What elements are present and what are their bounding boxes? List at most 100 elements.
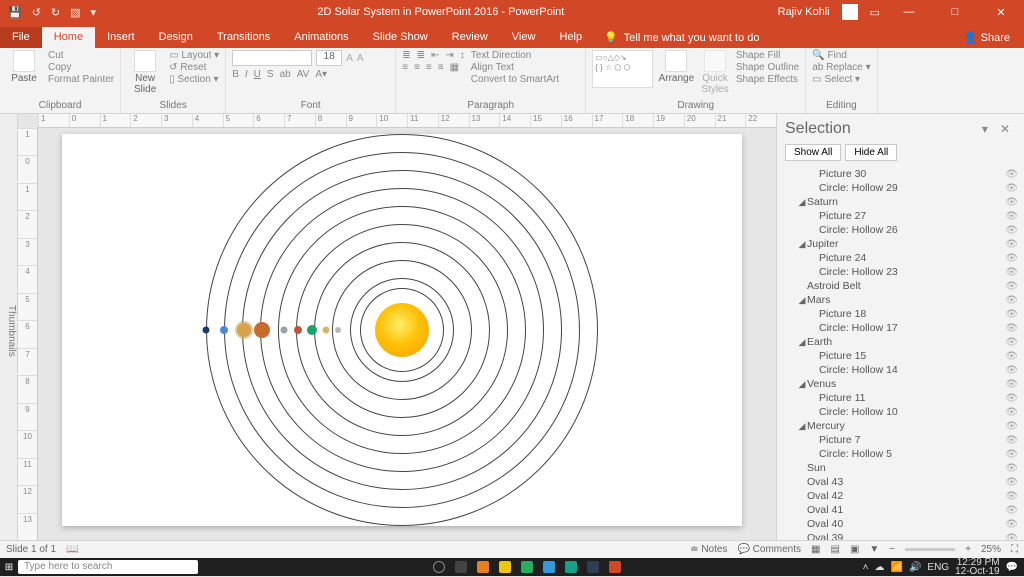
pane-close-icon[interactable]: ✕ <box>994 122 1016 136</box>
visibility-icon[interactable]: 👁 <box>1005 239 1018 250</box>
shape-outline-button[interactable]: Shape Outline <box>736 62 799 73</box>
tab-transitions[interactable]: Transitions <box>205 27 282 48</box>
ribbon-options-icon[interactable]: ▭ <box>870 6 880 19</box>
planet[interactable] <box>254 322 270 338</box>
app-icon[interactable] <box>543 561 555 573</box>
app-icon[interactable] <box>499 561 511 573</box>
find-button[interactable]: 🔍 Find <box>812 50 847 61</box>
notes-button[interactable]: ≐ Notes <box>690 544 727 555</box>
slide-counter[interactable]: Slide 1 of 1 <box>6 544 56 555</box>
selection-item[interactable]: Circle: Hollow 26👁 <box>783 223 1018 237</box>
font-color-button[interactable]: A▾ <box>315 69 327 80</box>
selection-item[interactable]: Circle: Hollow 29👁 <box>783 181 1018 195</box>
planet[interactable] <box>307 325 317 335</box>
share-button[interactable]: 👤 Share <box>950 27 1024 48</box>
selection-item[interactable]: ◢Jupiter👁 <box>783 237 1018 251</box>
selection-item[interactable]: Picture 15👁 <box>783 349 1018 363</box>
grow-font-icon[interactable]: A <box>346 53 353 64</box>
selection-item[interactable]: Oval 42👁 <box>783 489 1018 503</box>
tray-wifi-icon[interactable]: 📶 <box>891 562 903 573</box>
visibility-icon[interactable]: 👁 <box>1005 365 1018 376</box>
taskbar-search[interactable]: Type here to search <box>18 560 198 574</box>
comments-button[interactable]: 💬 Comments <box>737 544 801 555</box>
zoom-level[interactable]: 25% <box>981 544 1001 555</box>
fit-to-window-icon[interactable]: ⛶ <box>1011 544 1018 555</box>
qat-more-icon[interactable]: ▾ <box>91 6 97 19</box>
selection-item[interactable]: Oval 39👁 <box>783 531 1018 540</box>
save-icon[interactable]: 💾 <box>8 6 22 19</box>
start-button[interactable]: ⊞ <box>0 562 18 573</box>
selection-item[interactable]: Picture 7👁 <box>783 433 1018 447</box>
tab-design[interactable]: Design <box>147 27 205 48</box>
planet[interactable] <box>203 327 210 334</box>
hide-all-button[interactable]: Hide All <box>845 144 897 161</box>
redo-icon[interactable]: ↻ <box>51 6 60 19</box>
smartart-button[interactable]: Convert to SmartArt <box>471 74 559 85</box>
shape-effects-button[interactable]: Shape Effects <box>736 74 799 85</box>
reset-button[interactable]: ↺ Reset <box>169 62 219 73</box>
visibility-icon[interactable]: 👁 <box>1005 351 1018 362</box>
visibility-icon[interactable]: 👁 <box>1005 379 1018 390</box>
tray-chevron-icon[interactable]: ˄ <box>863 562 869 573</box>
visibility-icon[interactable]: 👁 <box>1005 407 1018 418</box>
minimize-button[interactable]: — <box>892 6 926 18</box>
visibility-icon[interactable]: 👁 <box>1005 309 1018 320</box>
quick-styles-button[interactable]: Quick Styles <box>700 50 730 95</box>
slide[interactable] <box>62 134 742 526</box>
selection-item[interactable]: ◢Mars👁 <box>783 293 1018 307</box>
zoom-out-button[interactable]: − <box>889 544 895 555</box>
shrink-font-icon[interactable]: A <box>357 53 364 64</box>
visibility-icon[interactable]: 👁 <box>1005 463 1018 474</box>
taskview-icon[interactable] <box>455 561 467 573</box>
selection-item[interactable]: Circle: Hollow 10👁 <box>783 405 1018 419</box>
selection-item[interactable]: Oval 40👁 <box>783 517 1018 531</box>
visibility-icon[interactable]: 👁 <box>1005 449 1018 460</box>
layout-button[interactable]: ▭ Layout ▾ <box>169 50 219 61</box>
planet[interactable] <box>220 326 228 334</box>
tab-file[interactable]: File <box>0 27 42 48</box>
visibility-icon[interactable]: 👁 <box>1005 281 1018 292</box>
paste-button[interactable]: Paste <box>6 50 42 84</box>
planet[interactable] <box>335 327 341 333</box>
selection-item[interactable]: Picture 18👁 <box>783 307 1018 321</box>
tab-view[interactable]: View <box>500 27 548 48</box>
visibility-icon[interactable]: 👁 <box>1005 169 1018 180</box>
visibility-icon[interactable]: 👁 <box>1005 477 1018 488</box>
font-family[interactable] <box>232 50 312 66</box>
visibility-icon[interactable]: 👁 <box>1005 519 1018 530</box>
selection-item[interactable]: Sun👁 <box>783 461 1018 475</box>
view-sorter-icon[interactable]: ▤ <box>830 544 839 555</box>
show-all-button[interactable]: Show All <box>785 144 841 161</box>
selection-item[interactable]: ◢Earth👁 <box>783 335 1018 349</box>
visibility-icon[interactable]: 👁 <box>1005 183 1018 194</box>
tab-slideshow[interactable]: Slide Show <box>361 27 440 48</box>
visibility-icon[interactable]: 👁 <box>1005 211 1018 222</box>
view-reading-icon[interactable]: ▣ <box>850 544 859 555</box>
text-direction-button[interactable]: Text Direction <box>471 50 559 61</box>
visibility-icon[interactable]: 👁 <box>1005 533 1018 541</box>
planet[interactable] <box>237 323 251 337</box>
user-name[interactable]: Rajiv Kohli <box>778 6 830 18</box>
visibility-icon[interactable]: 👁 <box>1005 197 1018 208</box>
visibility-icon[interactable]: 👁 <box>1005 267 1018 278</box>
visibility-icon[interactable]: 👁 <box>1005 491 1018 502</box>
pane-dropdown-icon[interactable]: ▾ <box>976 122 994 136</box>
selection-item[interactable]: Circle: Hollow 17👁 <box>783 321 1018 335</box>
selection-item[interactable]: Picture 30👁 <box>783 167 1018 181</box>
tab-review[interactable]: Review <box>440 27 500 48</box>
tell-me[interactable]: 💡Tell me what you want to do <box>594 27 769 48</box>
planet[interactable] <box>281 327 288 334</box>
thumbnails-panel[interactable]: Thumbnails <box>0 114 18 540</box>
visibility-icon[interactable]: 👁 <box>1005 421 1018 432</box>
shapes-gallery[interactable]: ▭○△◇↘{ } ☆ ⬠ ⬡ <box>592 50 652 88</box>
selection-item[interactable]: Oval 41👁 <box>783 503 1018 517</box>
cut-button[interactable]: Cut <box>48 50 114 61</box>
app-icon[interactable] <box>565 561 577 573</box>
zoom-slider[interactable] <box>905 548 955 551</box>
selection-item[interactable]: Picture 27👁 <box>783 209 1018 223</box>
maximize-button[interactable]: □ <box>938 6 972 18</box>
font-size[interactable]: 18 <box>316 50 342 66</box>
selection-item[interactable]: ◢Saturn👁 <box>783 195 1018 209</box>
visibility-icon[interactable]: 👁 <box>1005 225 1018 236</box>
new-slide-button[interactable]: New Slide <box>127 50 163 95</box>
